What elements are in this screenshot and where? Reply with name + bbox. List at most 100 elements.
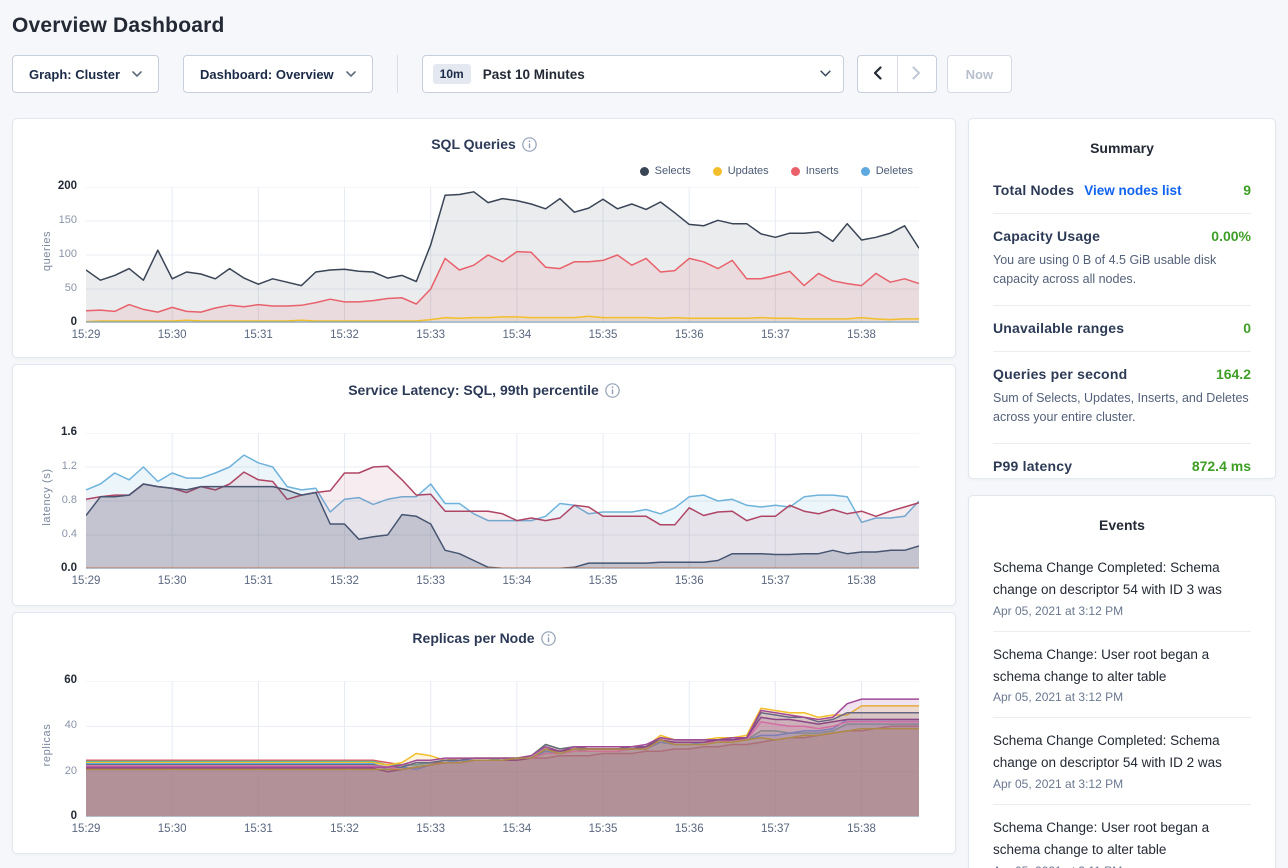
x-axis-tick: 15:32 — [330, 823, 359, 835]
y-axis-tick: 20 — [13, 765, 77, 777]
x-axis-tick: 15:30 — [158, 575, 187, 587]
x-axis-tick: 15:36 — [675, 823, 704, 835]
x-axis-tick: 15:29 — [72, 575, 101, 587]
chart-plot-area[interactable] — [86, 433, 919, 569]
x-axis-tick: 15:36 — [675, 575, 704, 587]
y-axis-tick: 40 — [13, 719, 77, 731]
x-axis-tick: 15:29 — [72, 823, 101, 835]
chart-plot-area[interactable] — [86, 681, 919, 817]
y-axis-tick: 0 — [13, 810, 77, 822]
x-axis-tick: 15:31 — [244, 329, 273, 341]
x-axis-tick: 15:37 — [761, 823, 790, 835]
time-range-picker[interactable]: 10m Past 10 Minutes — [422, 55, 844, 93]
x-axis-tick: 15:29 — [72, 329, 101, 341]
events-title: Events — [969, 496, 1275, 545]
legend-item-deletes: Deletes — [861, 165, 913, 177]
x-axis-tick: 15:38 — [847, 575, 876, 587]
event-timestamp: Apr 05, 2021 at 3:12 PM — [993, 777, 1251, 791]
summary-label: Total Nodes — [993, 182, 1074, 198]
view-nodes-list-link[interactable]: View nodes list — [1084, 183, 1181, 198]
summary-row-queries-per-second: Queries per second 164.2 Sum of Selects,… — [993, 351, 1251, 443]
chart-title-text: Replicas per Node — [412, 630, 534, 646]
chart-title: SQL Queries — [13, 136, 955, 155]
event-item[interactable]: Schema Change Completed: Schema change o… — [993, 545, 1251, 631]
x-axis-tick: 15:30 — [158, 329, 187, 341]
chevron-down-icon — [346, 71, 356, 78]
event-text: Schema Change Completed: Schema change o… — [993, 730, 1251, 774]
now-button[interactable]: Now — [947, 55, 1012, 93]
chart-card-replicas-per-node: Replicas per Node replicas 15:2915:3015:… — [12, 612, 956, 854]
summary-row-total-nodes: Total Nodes View nodes list 9 — [993, 168, 1251, 213]
toolbar: Graph: Cluster Dashboard: Overview 10m P… — [12, 54, 1276, 94]
summary-value: 9 — [1243, 182, 1251, 198]
y-axis-tick: 200 — [13, 180, 77, 192]
legend-label: Selects — [655, 165, 691, 177]
x-axis-tick: 15:33 — [416, 823, 445, 835]
legend-item-inserts: Inserts — [791, 165, 839, 177]
x-axis-tick: 15:34 — [502, 329, 531, 341]
x-axis-tick: 15:33 — [416, 329, 445, 341]
summary-label: Queries per second — [993, 366, 1127, 382]
summary-value: 0.00% — [1211, 228, 1251, 244]
y-axis-tick: 150 — [13, 214, 77, 226]
event-text: Schema Change: User root began a schema … — [993, 817, 1251, 861]
x-axis-tick: 15:34 — [502, 575, 531, 587]
x-axis-tick: 15:35 — [589, 823, 618, 835]
summary-subtext: Sum of Selects, Updates, Inserts, and De… — [993, 389, 1251, 428]
time-range-label: Past 10 Minutes — [483, 67, 585, 82]
chart-title-text: SQL Queries — [431, 136, 516, 152]
x-axis-tick: 15:38 — [847, 329, 876, 341]
graph-dropdown-label: Graph: Cluster — [29, 67, 120, 82]
legend-label: Inserts — [806, 165, 839, 177]
chevron-down-icon — [132, 71, 142, 78]
event-timestamp: Apr 05, 2021 at 3:12 PM — [993, 690, 1251, 704]
time-range-badge: 10m — [433, 64, 471, 84]
legend-dot — [861, 167, 870, 176]
y-axis-tick: 0.8 — [13, 494, 77, 506]
info-icon[interactable] — [541, 633, 556, 649]
legend-item-updates: Updates — [713, 165, 769, 177]
info-icon[interactable] — [605, 385, 620, 401]
chevron-right-icon — [912, 66, 921, 83]
x-axis-tick: 15:37 — [761, 329, 790, 341]
x-axis-tick: 15:35 — [589, 329, 618, 341]
summary-row-p99-latency: P99 latency 872.4 ms — [993, 443, 1251, 489]
x-axis-tick: 15:38 — [847, 823, 876, 835]
x-axis-tick: 15:32 — [330, 329, 359, 341]
y-axis-tick: 0.4 — [13, 528, 77, 540]
event-text: Schema Change Completed: Schema change o… — [993, 557, 1251, 601]
chart-plot-area[interactable] — [86, 187, 919, 323]
sidebar: Summary Total Nodes View nodes list 9 Ca… — [968, 118, 1276, 868]
x-axis-tick: 15:37 — [761, 575, 790, 587]
graph-dropdown[interactable]: Graph: Cluster — [12, 55, 159, 93]
summary-value: 164.2 — [1216, 366, 1251, 382]
chart-legend: Selects Updates Inserts Deletes — [640, 165, 913, 177]
chart-title-text: Service Latency: SQL, 99th percentile — [348, 382, 599, 398]
y-axis-tick: 0.0 — [13, 562, 77, 574]
y-axis-tick: 0 — [13, 316, 77, 328]
event-timestamp: Apr 05, 2021 at 3:12 PM — [993, 604, 1251, 618]
y-axis-tick: 100 — [13, 248, 77, 260]
event-item[interactable]: Schema Change Completed: Schema change o… — [993, 717, 1251, 804]
event-timestamp: Apr 05, 2021 at 3:11 PM — [993, 864, 1251, 868]
main-content: SQL Queries Selects Updates Inserts Deletes… — [12, 118, 1276, 868]
summary-title: Summary — [969, 119, 1275, 168]
x-axis-tick: 15:33 — [416, 575, 445, 587]
chart-card-sql-queries: SQL Queries Selects Updates Inserts Deletes… — [12, 118, 956, 358]
y-axis-tick: 1.2 — [13, 460, 77, 472]
summary-subtext: You are using 0 B of 4.5 GiB usable disk… — [993, 251, 1251, 290]
summary-panel: Summary Total Nodes View nodes list 9 Ca… — [968, 118, 1276, 479]
events-panel: Events Schema Change Completed: Schema c… — [968, 495, 1276, 868]
time-prev-button[interactable] — [858, 56, 897, 92]
time-step-buttons — [857, 55, 937, 93]
chart-title: Service Latency: SQL, 99th percentile — [13, 382, 955, 401]
event-item[interactable]: Schema Change: User root began a schema … — [993, 804, 1251, 868]
time-next-button[interactable] — [897, 56, 936, 92]
dashboard-dropdown[interactable]: Dashboard: Overview — [183, 55, 373, 93]
page-title: Overview Dashboard — [0, 0, 1288, 44]
x-axis-tick: 15:30 — [158, 823, 187, 835]
y-axis-tick: 60 — [13, 674, 77, 686]
info-icon[interactable] — [522, 139, 537, 155]
event-item[interactable]: Schema Change: User root began a schema … — [993, 631, 1251, 718]
chevron-left-icon — [873, 66, 882, 83]
